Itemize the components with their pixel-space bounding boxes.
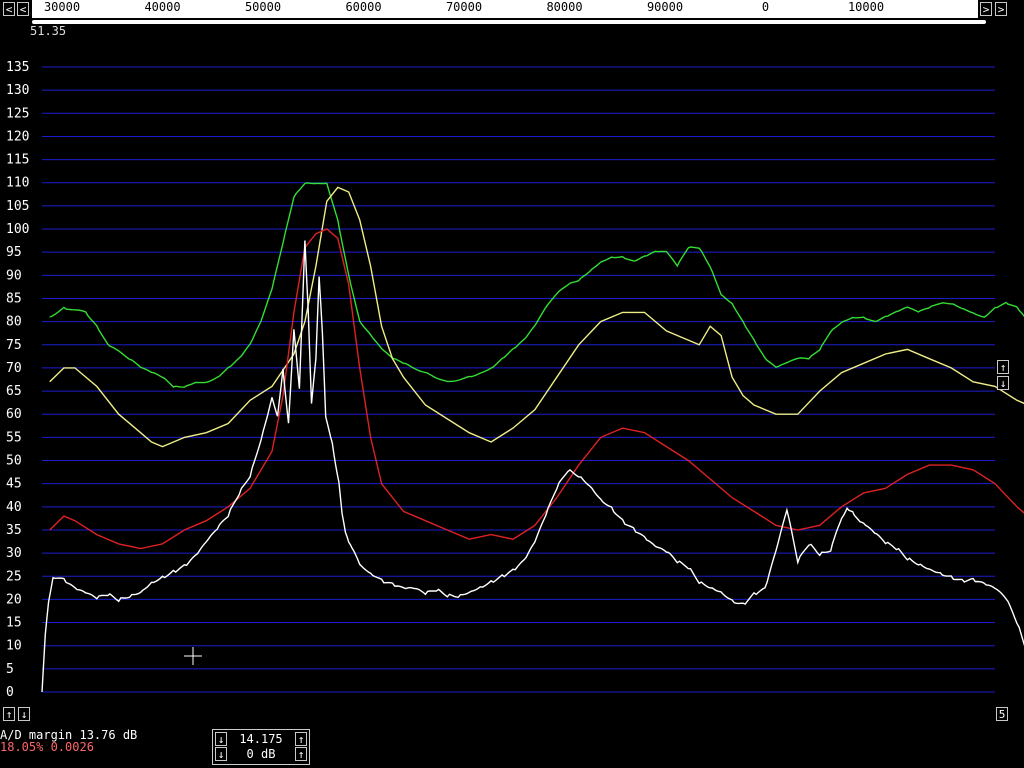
spectrum-trace-white <box>41 240 1024 693</box>
y-tick-label: 10 <box>6 639 22 654</box>
spectrum-plot[interactable]: 1351301251201151101051009590858075706560… <box>0 26 1024 726</box>
scroll-left-button-2[interactable]: < <box>17 2 29 16</box>
gain-up-button[interactable]: ↑ <box>295 747 307 761</box>
frequency-toolbar: < < 30000 40000 50000 60000 70000 80000 90000 0… <box>0 0 1024 26</box>
y-tick-label: 120 <box>6 129 29 144</box>
y-tick-label: 115 <box>6 153 29 168</box>
gain-value: 0 dB <box>246 747 276 761</box>
y-tick-label: 15 <box>6 616 22 631</box>
freq-tick-label: 30000 <box>43 0 81 14</box>
freq-tick-label: 60000 <box>345 0 382 14</box>
y-tick-label: 60 <box>6 407 22 422</box>
y-tick-label: 25 <box>6 569 22 584</box>
y-tick-label: 75 <box>6 338 22 353</box>
freq-tick-label: 40000 <box>144 0 181 14</box>
freq-tick-label: 90000 <box>646 0 684 14</box>
spectrum-trace-red <box>49 228 1024 550</box>
gain-control-box: ↓ ↓ 14.175 0 dB ↑ ↑ <box>212 729 310 765</box>
y-tick-label: 0 <box>6 685 14 700</box>
y-tick-label: 100 <box>6 222 29 237</box>
level-up-button[interactable]: ↑ <box>997 360 1009 374</box>
y-tick-label: 105 <box>6 199 29 214</box>
level-down-button[interactable]: ↓ <box>997 376 1009 390</box>
crosshair-cursor <box>184 647 202 665</box>
y-tick-label: 85 <box>6 291 22 306</box>
frequency-scale[interactable]: 30000 40000 50000 60000 70000 80000 90000 0 1000… <box>32 0 978 18</box>
y-tick-label: 45 <box>6 477 22 492</box>
y-tick-label: 70 <box>6 361 22 376</box>
frequency-value: 14.175 <box>239 732 283 746</box>
bottom-down-button[interactable]: ↓ <box>18 707 30 721</box>
y-tick-label: 90 <box>6 268 22 283</box>
y-tick-label: 5 <box>6 662 14 677</box>
y-tick-label: 20 <box>6 592 22 607</box>
y-tick-label: 40 <box>6 500 22 515</box>
percent-status: 18.05% 0.0026 <box>0 740 94 754</box>
y-tick-label: 80 <box>6 315 22 330</box>
spectrum-trace-yellow <box>49 186 1024 448</box>
freq-tick-label: 0 <box>761 0 770 14</box>
freq-tick-label: 70000 <box>445 0 483 14</box>
bottom-up-button[interactable]: ↑ <box>3 707 15 721</box>
y-tick-label: 95 <box>6 245 22 260</box>
y-tick-label: 125 <box>6 106 29 121</box>
y-tick-label: 110 <box>6 176 29 191</box>
y-tick-label: 35 <box>6 523 22 538</box>
freq-tick-label: 50000 <box>244 0 282 14</box>
freq-tick-label: 80000 <box>546 0 583 14</box>
y-tick-label: 50 <box>6 454 22 469</box>
value-up-button[interactable]: ↑ <box>295 732 307 746</box>
scroll-right-button-2[interactable]: > <box>995 2 1007 16</box>
y-tick-label: 130 <box>6 83 29 98</box>
y-tick-label: 65 <box>6 384 22 399</box>
y-tick-label: 30 <box>6 546 22 561</box>
value-down-button[interactable]: ↓ <box>215 732 227 746</box>
scroll-left-button[interactable]: < <box>3 2 15 16</box>
frequency-scroll-strip[interactable] <box>32 20 986 24</box>
corner-five-button[interactable]: 5 <box>996 707 1008 721</box>
y-tick-label: 55 <box>6 430 22 445</box>
scroll-right-button[interactable]: > <box>980 2 992 16</box>
y-tick-label: 135 <box>6 60 29 75</box>
freq-tick-label: 10000 <box>847 0 885 14</box>
gain-down-button[interactable]: ↓ <box>215 747 227 761</box>
